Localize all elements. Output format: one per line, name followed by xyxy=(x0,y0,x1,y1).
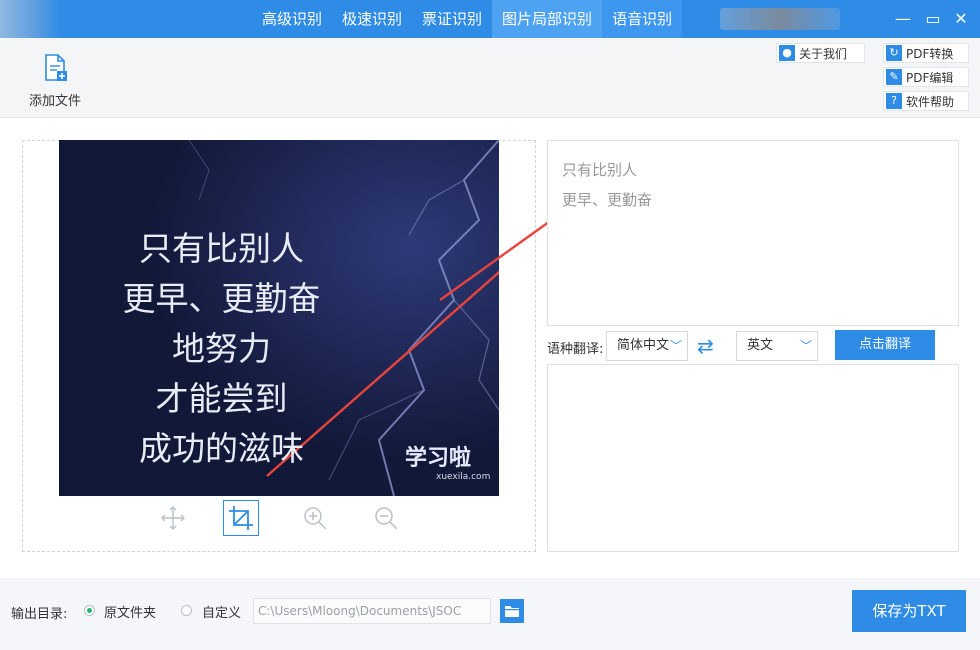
move-icon xyxy=(161,506,185,530)
translate-label: 语种翻译: xyxy=(547,342,604,357)
radio-custom-folder[interactable] xyxy=(181,605,192,616)
move-tool-button[interactable] xyxy=(155,500,191,536)
target-language-select[interactable]: 英文 ﹀ xyxy=(736,331,818,361)
translate-button[interactable]: 点击翻译 xyxy=(835,330,935,360)
crop-tool-button[interactable] xyxy=(223,500,259,536)
output-bar: 输出目录: 原文件夹 自定义 C:\Users\Mloong\Documents… xyxy=(0,578,980,650)
ocr-result-box[interactable]: 只有比别人 更早、更勤奋 xyxy=(547,140,959,326)
custom-folder-label[interactable]: 自定义 xyxy=(202,602,241,621)
source-language-select[interactable]: 简体中文 ﹀ xyxy=(606,331,688,361)
save-txt-button[interactable]: 保存为TXT xyxy=(852,590,966,632)
zoom-out-icon xyxy=(375,507,398,530)
browse-folder-button[interactable] xyxy=(500,599,524,623)
chevron-down-icon: ﹀ xyxy=(669,339,682,353)
translate-bar: 语种翻译: 简体中文 ﹀ ⇄ 英文 ﹀ 点击翻译 xyxy=(547,330,959,362)
target-language-value: 英文 xyxy=(747,338,774,353)
radio-original-folder[interactable] xyxy=(84,605,95,616)
folder-icon xyxy=(505,606,519,617)
crop-icon xyxy=(229,506,253,530)
swap-languages-icon[interactable]: ⇄ xyxy=(697,334,714,358)
zoom-in-button[interactable] xyxy=(297,500,333,536)
ocr-line: 更早、更勤奋 xyxy=(562,191,653,209)
chevron-down-icon: ﹀ xyxy=(799,339,812,353)
ocr-line: 只有比别人 xyxy=(562,161,638,179)
output-path-field[interactable]: C:\Users\Mloong\Documents\JSOC xyxy=(253,598,491,624)
zoom-out-button[interactable] xyxy=(368,500,404,536)
original-folder-label[interactable]: 原文件夹 xyxy=(104,602,156,621)
zoom-in-icon xyxy=(304,507,327,530)
translation-output-box[interactable] xyxy=(547,364,959,552)
output-dir-label: 输出目录: xyxy=(11,607,68,622)
source-language-value: 简体中文 xyxy=(617,338,670,353)
